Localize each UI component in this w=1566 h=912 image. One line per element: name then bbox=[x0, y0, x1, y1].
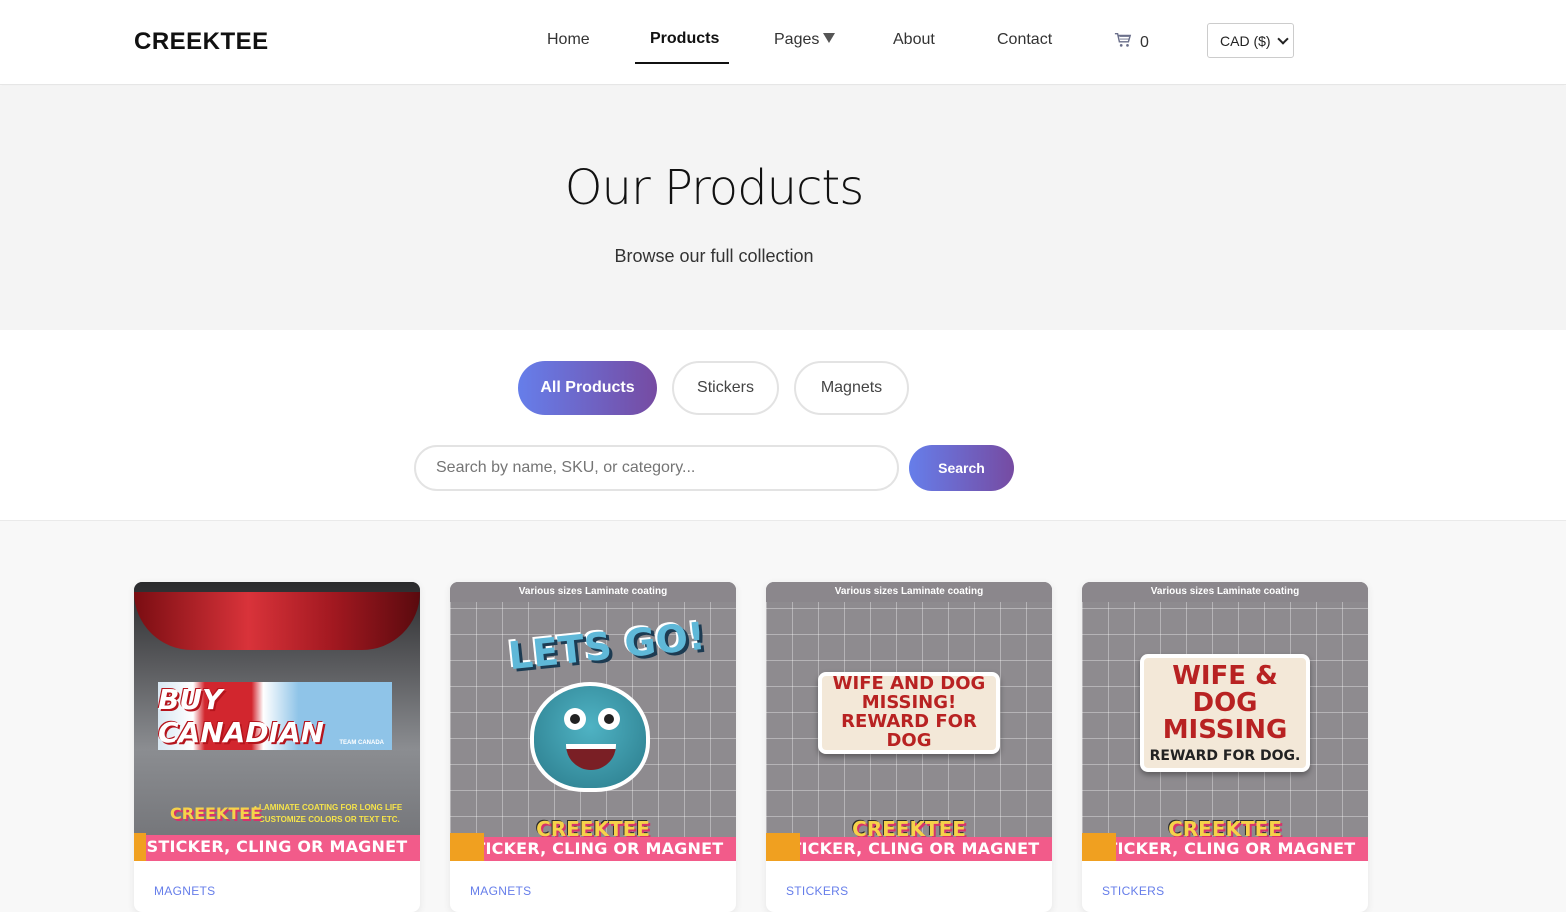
product-band: STICKER, CLING OR MAGNET bbox=[450, 837, 736, 861]
brand-corner-badge bbox=[450, 833, 484, 861]
nav-active-indicator bbox=[635, 62, 729, 64]
sticker-text: WIFE & DOG MISSING bbox=[1162, 660, 1288, 746]
product-category[interactable]: STICKERS bbox=[786, 884, 848, 898]
product-band: STICKER, CLING OR MAGNET bbox=[134, 835, 420, 861]
cart-icon bbox=[1114, 31, 1132, 54]
product-card[interactable]: BUY CANADIAN TEAM CANADA • LAMINATE COAT… bbox=[134, 582, 420, 912]
nav-contact[interactable]: Contact bbox=[997, 31, 1052, 49]
filter-all-products[interactable]: All Products bbox=[518, 361, 657, 415]
wife-dog-sticker: WIFE AND DOG MISSING! REWARD FOR DOG bbox=[818, 672, 1000, 754]
buy-canadian-sticker: BUY CANADIAN TEAM CANADA bbox=[158, 682, 392, 750]
nav-products[interactable]: Products bbox=[650, 30, 719, 48]
brand-logo: CREEKTEE bbox=[170, 804, 262, 823]
filter-magnets[interactable]: Magnets bbox=[794, 361, 909, 415]
brand-corner-badge bbox=[1082, 833, 1116, 861]
cart-link[interactable]: 0 bbox=[1114, 31, 1149, 54]
sticker-subtext: TEAM CANADA bbox=[339, 740, 384, 746]
caret-down-icon bbox=[823, 33, 836, 43]
product-category[interactable]: MAGNETS bbox=[470, 884, 531, 898]
search-input[interactable] bbox=[414, 445, 899, 491]
nav-home[interactable]: Home bbox=[547, 31, 590, 49]
feature-item: • LAMINATE COATING FOR LONG LIFE bbox=[254, 803, 403, 812]
feature-list: • LAMINATE COATING FOR LONG LIFE • CUSTO… bbox=[254, 802, 420, 826]
sticker-text: WIFE AND DOG MISSING! REWARD FOR DOG bbox=[832, 673, 986, 751]
brand-corner-badge bbox=[766, 833, 800, 861]
brand-corner-badge bbox=[134, 833, 146, 861]
product-image: Various sizes Laminate coating LETS GO! … bbox=[450, 582, 736, 861]
site-header: CREEKTEE Home Products Pages About Conta… bbox=[0, 0, 1566, 85]
currency-value: CAD ($) bbox=[1220, 32, 1271, 49]
chevron-down-icon bbox=[1277, 33, 1289, 45]
hero-section: Our Products Browse our full collection bbox=[0, 86, 1566, 330]
filter-stickers[interactable]: Stickers bbox=[672, 361, 779, 415]
nav-about[interactable]: About bbox=[893, 31, 935, 49]
product-card[interactable]: Various sizes Laminate coating WIFE & DO… bbox=[1082, 582, 1368, 912]
wife-dog-sticker: WIFE & DOG MISSING REWARD FOR DOG. bbox=[1140, 654, 1310, 772]
product-category[interactable]: MAGNETS bbox=[154, 884, 215, 898]
car-taillight bbox=[134, 592, 420, 650]
monster-mascot-icon bbox=[530, 682, 650, 792]
nav-pages-label: Pages bbox=[774, 31, 820, 48]
image-top-caption: Various sizes Laminate coating bbox=[766, 582, 1052, 602]
product-image: Various sizes Laminate coating WIFE & DO… bbox=[1082, 582, 1368, 861]
product-card[interactable]: Various sizes Laminate coating LETS GO! … bbox=[450, 582, 736, 912]
image-top-caption: Various sizes Laminate coating bbox=[1082, 582, 1368, 602]
product-image: Various sizes Laminate coating WIFE AND … bbox=[766, 582, 1052, 861]
search-button[interactable]: Search bbox=[909, 445, 1014, 491]
site-logo[interactable]: CREEKTEE bbox=[134, 28, 269, 56]
product-band: STICKER, CLING OR MAGNET bbox=[766, 837, 1052, 861]
filter-section: All Products Stickers Magnets Search bbox=[0, 330, 1566, 521]
product-card[interactable]: Various sizes Laminate coating WIFE AND … bbox=[766, 582, 1052, 912]
product-band: STICKER, CLING OR MAGNET bbox=[1082, 837, 1368, 861]
page-title: Our Products bbox=[564, 160, 864, 216]
currency-select[interactable]: CAD ($) bbox=[1207, 23, 1294, 58]
product-image: BUY CANADIAN TEAM CANADA • LAMINATE COAT… bbox=[134, 582, 420, 861]
sticker-subtext: REWARD FOR DOG. bbox=[1149, 747, 1301, 764]
cart-count: 0 bbox=[1140, 33, 1149, 51]
image-top-caption: Various sizes Laminate coating bbox=[450, 582, 736, 602]
product-category[interactable]: STICKERS bbox=[1102, 884, 1164, 898]
nav-pages-dropdown[interactable]: Pages bbox=[774, 31, 836, 49]
page-subtitle: Browse our full collection bbox=[614, 246, 814, 266]
feature-item: • CUSTOMIZE COLORS OR TEXT ETC. bbox=[254, 815, 400, 824]
